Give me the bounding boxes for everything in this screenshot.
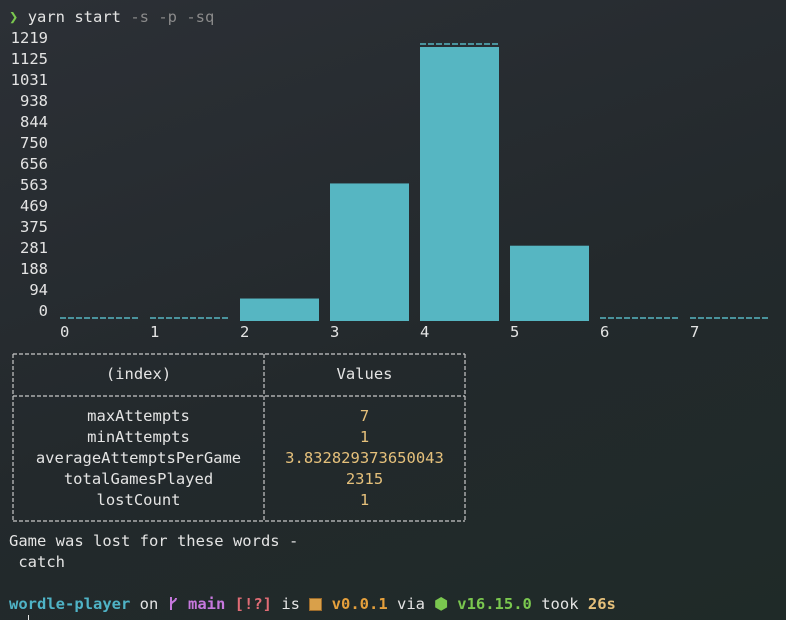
y-tick-label: 94 — [29, 281, 48, 299]
command-duration: 26s — [587, 595, 616, 613]
lost-words-label: Game was lost for these words - — [9, 532, 299, 550]
table-row-key: minAttempts — [87, 428, 190, 446]
y-tick-label: 281 — [20, 239, 48, 257]
y-tick-label: 469 — [20, 197, 48, 215]
x-tick-label: 7 — [690, 323, 699, 341]
stats-table: (index) Values maxAttempts 7 minAttempts 1 ave… — [12, 353, 466, 522]
y-tick-label: 563 — [20, 176, 48, 194]
y-tick-label: 1219 — [11, 29, 48, 47]
table-row-key: averageAttemptsPerGame — [36, 449, 241, 467]
node-version: v16.15.0 — [457, 595, 532, 613]
x-tick-label: 2 — [240, 323, 249, 341]
y-tick-label: 750 — [20, 134, 48, 152]
table-row-value: 1 — [360, 428, 369, 446]
attempts-bar-chart: 1219112510319388447506565634693752811889… — [11, 29, 769, 341]
x-tick-label: 0 — [60, 323, 69, 341]
table-row-value: 1 — [360, 491, 369, 509]
git-status-badge: [!?] — [234, 595, 272, 613]
table-row-value: 7 — [360, 407, 369, 425]
bar — [240, 298, 319, 321]
current-directory: wordle-player — [9, 595, 131, 613]
status-on-text: on — [130, 595, 168, 613]
status-via-text: via — [387, 595, 435, 613]
package-icon — [309, 598, 323, 611]
y-tick-label: 188 — [20, 260, 48, 278]
table-row-value: 2315 — [346, 470, 383, 488]
y-tick-label: 938 — [20, 92, 48, 110]
bar — [330, 183, 409, 321]
status-is-text: is — [272, 595, 310, 613]
bar — [420, 47, 499, 321]
lost-word-text: catch — [18, 553, 66, 571]
table-row-key: lostCount — [97, 491, 181, 509]
y-tick-label: 0 — [39, 302, 48, 320]
y-tick-label: 1031 — [11, 71, 48, 89]
git-branch-icon — [168, 595, 179, 613]
x-tick-label: 4 — [420, 323, 429, 341]
node-icon: ⬢ — [434, 595, 448, 613]
lost-word: catch — [9, 552, 65, 573]
y-tick-label: 656 — [20, 155, 48, 173]
text-cursor — [28, 615, 29, 620]
y-tick-label: 375 — [20, 218, 48, 236]
git-branch-name: main — [188, 595, 226, 613]
table-row-key: totalGamesPlayed — [64, 470, 213, 488]
table-row-key: maxAttempts — [87, 407, 190, 425]
status-took-text: took — [531, 595, 588, 613]
y-tick-label: 1125 — [11, 50, 48, 68]
column-header-values: Values — [337, 365, 393, 383]
x-tick-label: 1 — [150, 323, 159, 341]
y-tick-label: 844 — [20, 113, 48, 131]
table-row-value: 3.832829373650043 — [285, 449, 444, 467]
package-version: v0.0.1 — [331, 595, 388, 613]
x-tick-label: 5 — [510, 323, 519, 341]
bar — [510, 245, 589, 321]
shell-status-line: wordle-player on main [!?] is v0.0.1 via… — [9, 594, 616, 615]
x-tick-label: 6 — [600, 323, 609, 341]
x-tick-label: 3 — [330, 323, 339, 341]
column-header-index: (index) — [106, 365, 171, 383]
